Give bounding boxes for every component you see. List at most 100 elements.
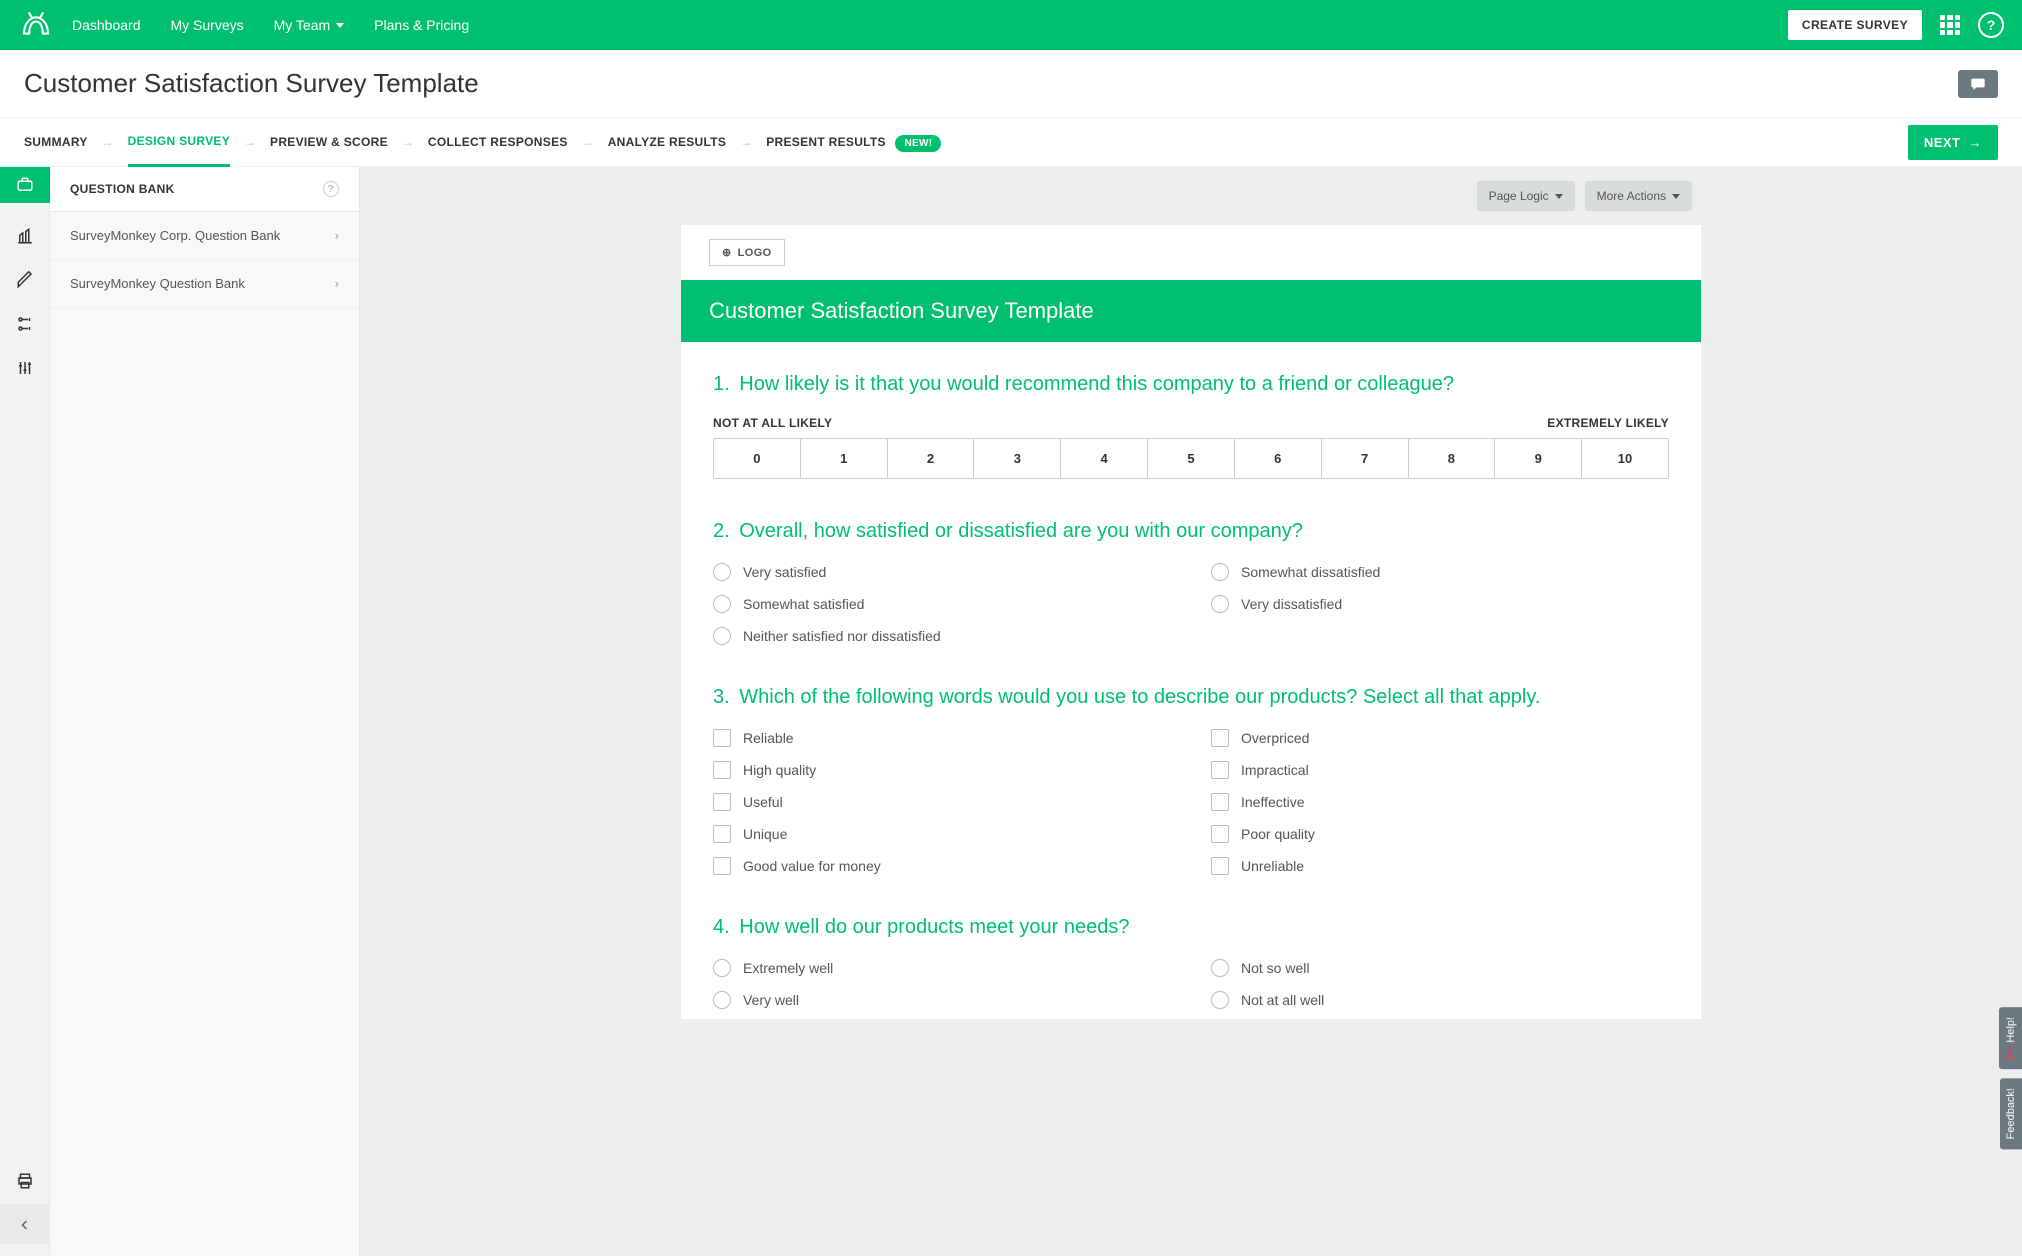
q3-option[interactable]: Unique: [713, 825, 1171, 843]
comments-button[interactable]: [1958, 70, 1998, 98]
page-logic-button[interactable]: Page Logic: [1477, 181, 1575, 211]
step-summary[interactable]: SUMMARY: [24, 119, 88, 165]
choice-label: Not so well: [1241, 960, 1309, 976]
q2-option[interactable]: Very satisfied: [713, 563, 1171, 581]
nps-cell-5[interactable]: 5: [1148, 439, 1235, 478]
q1-number: 1.: [713, 373, 730, 395]
rail-appearance-icon[interactable]: [14, 269, 36, 291]
choice-label: Not at all well: [1241, 992, 1324, 1008]
nps-cell-4[interactable]: 4: [1061, 439, 1148, 478]
help-icon[interactable]: ?: [1978, 12, 2004, 38]
sidebar-item-corp-bank[interactable]: SurveyMonkey Corp. Question Bank ›: [50, 212, 359, 260]
question-2[interactable]: 2. Overall, how satisfied or dissatisfie…: [681, 489, 1701, 655]
step-preview-score[interactable]: PREVIEW & SCORE: [270, 119, 388, 165]
checkbox-icon: [713, 729, 731, 747]
q4-option[interactable]: Not so well: [1211, 959, 1669, 977]
q3-option[interactable]: Useful: [713, 793, 1171, 811]
nps-cell-10[interactable]: 10: [1582, 439, 1668, 478]
question-3[interactable]: 3. Which of the following words would yo…: [681, 655, 1701, 885]
radio-icon: [713, 563, 731, 581]
brand-logo-icon[interactable]: [18, 11, 54, 39]
nav-my-team[interactable]: My Team: [274, 17, 345, 33]
nps-cell-8[interactable]: 8: [1409, 439, 1496, 478]
radio-icon: [1211, 563, 1229, 581]
nps-cell-9[interactable]: 9: [1495, 439, 1582, 478]
step-collect-responses[interactable]: COLLECT RESPONSES: [428, 119, 568, 165]
choice-label: Ineffective: [1241, 794, 1305, 810]
q4-option[interactable]: Extremely well: [713, 959, 1171, 977]
choice-label: Somewhat dissatisfied: [1241, 564, 1380, 580]
nps-cell-6[interactable]: 6: [1235, 439, 1322, 478]
rail-options-icon[interactable]: [14, 357, 36, 379]
choice-label: Very dissatisfied: [1241, 596, 1342, 612]
rail-print-icon[interactable]: [14, 1170, 36, 1192]
choice-label: Extremely well: [743, 960, 833, 976]
radio-icon: [713, 959, 731, 977]
next-button[interactable]: NEXT →: [1908, 125, 1998, 160]
checkbox-icon: [1211, 857, 1229, 875]
nps-cell-0[interactable]: 0: [714, 439, 801, 478]
choice-label: Very satisfied: [743, 564, 826, 580]
q3-option[interactable]: Impractical: [1211, 761, 1669, 779]
q3-option[interactable]: Poor quality: [1211, 825, 1669, 843]
question-1[interactable]: 1. How likely is it that you would recom…: [681, 342, 1701, 489]
create-survey-button[interactable]: CREATE SURVEY: [1788, 10, 1922, 40]
q2-text: Overall, how satisfied or dissatisfied a…: [739, 520, 1303, 542]
sidebar-panel: QUESTION BANK ? SurveyMonkey Corp. Quest…: [50, 167, 360, 1256]
q3-option[interactable]: Ineffective: [1211, 793, 1669, 811]
nps-scale: 0 1 2 3 4 5 6 7 8 9 10: [713, 438, 1669, 479]
choice-label: Somewhat satisfied: [743, 596, 864, 612]
radio-icon: [713, 991, 731, 1009]
nav-dashboard[interactable]: Dashboard: [72, 17, 141, 33]
q2-option[interactable]: Somewhat dissatisfied: [1211, 563, 1669, 581]
q3-option[interactable]: Unreliable: [1211, 857, 1669, 875]
q2-option[interactable]: Very dissatisfied: [1211, 595, 1669, 613]
rail-builder-icon[interactable]: [14, 225, 36, 247]
rail-collapse-button[interactable]: [0, 1204, 49, 1244]
step-present-results[interactable]: PRESENT RESULTS NEW!: [766, 119, 941, 165]
step-analyze-results[interactable]: ANALYZE RESULTS: [608, 119, 727, 165]
top-nav: Dashboard My Surveys My Team Plans & Pri…: [0, 0, 2022, 50]
nps-cell-7[interactable]: 7: [1322, 439, 1409, 478]
step-present-label: PRESENT RESULTS: [766, 135, 886, 149]
nps-cell-3[interactable]: 3: [974, 439, 1061, 478]
help-tab[interactable]: ❓ Help!: [1999, 1007, 2022, 1069]
nps-cell-1[interactable]: 1: [801, 439, 888, 478]
choice-label: Overpriced: [1241, 730, 1309, 746]
q3-option[interactable]: High quality: [713, 761, 1171, 779]
q3-option[interactable]: Overpriced: [1211, 729, 1669, 747]
chevron-left-icon: [19, 1219, 31, 1231]
q2-option[interactable]: Somewhat satisfied: [713, 595, 1171, 613]
apps-grid-icon[interactable]: [1940, 15, 1960, 35]
rail-question-bank-icon[interactable]: [0, 167, 50, 203]
rail-logic-icon[interactable]: [14, 313, 36, 335]
question-4[interactable]: 4. How well do our products meet your ne…: [681, 885, 1701, 1019]
choice-label: Impractical: [1241, 762, 1309, 778]
q2-option[interactable]: Neither satisfied nor dissatisfied: [713, 627, 1171, 645]
page-logic-label: Page Logic: [1489, 189, 1549, 203]
sidebar-item-sm-bank[interactable]: SurveyMonkey Question Bank ›: [50, 260, 359, 308]
more-actions-button[interactable]: More Actions: [1585, 181, 1692, 211]
chevron-right-icon: →: [740, 135, 752, 149]
nav-my-surveys[interactable]: My Surveys: [171, 17, 244, 33]
more-actions-label: More Actions: [1597, 189, 1666, 203]
q4-option[interactable]: Very well: [713, 991, 1171, 1009]
nps-cell-2[interactable]: 2: [888, 439, 975, 478]
q3-number: 3.: [713, 686, 730, 708]
q3-option[interactable]: Reliable: [713, 729, 1171, 747]
step-design-survey[interactable]: DESIGN SURVEY: [128, 118, 230, 167]
checkbox-icon: [713, 857, 731, 875]
q3-option[interactable]: Good value for money: [713, 857, 1171, 875]
add-logo-button[interactable]: ⊕ LOGO: [709, 239, 785, 266]
survey-title[interactable]: Customer Satisfaction Survey Template: [681, 280, 1701, 342]
nav-plans-pricing[interactable]: Plans & Pricing: [374, 17, 469, 33]
q3-text: Which of the following words would you u…: [739, 686, 1540, 708]
sidebar-help-icon[interactable]: ?: [323, 181, 339, 197]
radio-icon: [1211, 959, 1229, 977]
survey-canvas: Page Logic More Actions ⊕ LOGO Customer …: [360, 167, 2022, 1256]
sidebar-item-label: SurveyMonkey Corp. Question Bank: [70, 228, 280, 243]
feedback-tab[interactable]: Feedback!: [2000, 1078, 2022, 1149]
choice-label: Useful: [743, 794, 783, 810]
q4-option[interactable]: Not at all well: [1211, 991, 1669, 1009]
radio-icon: [713, 595, 731, 613]
